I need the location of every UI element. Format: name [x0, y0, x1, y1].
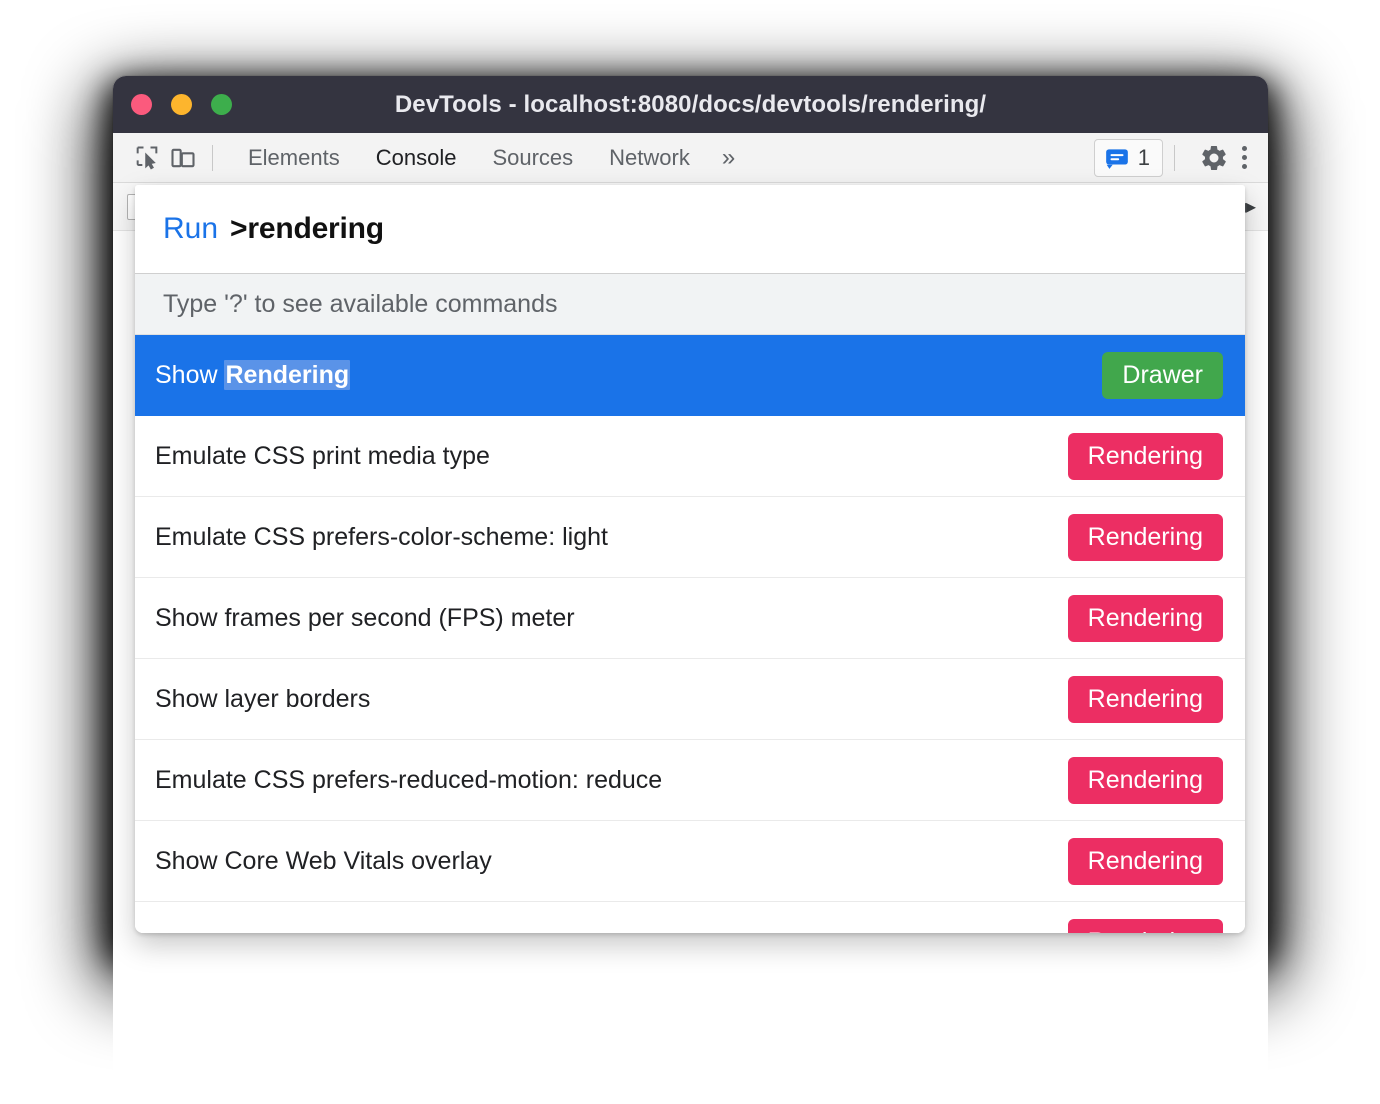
status-badge: Rendering — [1068, 838, 1223, 885]
close-button[interactable] — [131, 94, 152, 115]
window-title: DevTools - localhost:8080/docs/devtools/… — [113, 91, 1268, 119]
list-item[interactable]: Rendering — [135, 902, 1245, 933]
command-palette: Run >rendering Type '?' to see available… — [135, 185, 1245, 933]
tab-network[interactable]: Network — [591, 141, 708, 175]
screenshot-canvas: DevTools - localhost:8080/docs/devtools/… — [0, 0, 1380, 1098]
command-label: Show Rendering — [155, 361, 350, 390]
tab-console[interactable]: Console — [358, 141, 475, 175]
command-query-text: >rendering — [230, 212, 384, 246]
list-item[interactable]: Show frames per second (FPS) meter Rende… — [135, 578, 1245, 659]
toolbar-divider-right — [1174, 145, 1175, 171]
window-titlebar: DevTools - localhost:8080/docs/devtools/… — [113, 76, 1268, 133]
command-palette-hint: Type '?' to see available commands — [135, 274, 1245, 335]
kebab-menu-icon[interactable] — [1236, 146, 1256, 169]
hint-label: Type '?' to see available commands — [163, 290, 557, 319]
run-prefix-label: Run — [163, 212, 218, 246]
status-badge: Rendering — [1068, 433, 1223, 480]
command-label: Emulate CSS prefers-reduced-motion: redu… — [155, 766, 662, 795]
more-tabs-chevron-icon[interactable]: » — [708, 142, 749, 174]
command-label: Show frames per second (FPS) meter — [155, 604, 575, 633]
minimize-button[interactable] — [171, 94, 192, 115]
console-message-icon — [1104, 145, 1130, 171]
zoom-button[interactable] — [211, 94, 232, 115]
status-badge: Rendering — [1068, 595, 1223, 642]
command-palette-input-row[interactable]: Run >rendering — [135, 185, 1245, 274]
gear-icon[interactable] — [1196, 140, 1232, 176]
command-label: Emulate CSS prefers-color-scheme: light — [155, 523, 608, 552]
toolbar-divider — [212, 145, 213, 171]
list-item[interactable]: Show Rendering Drawer — [135, 335, 1245, 416]
status-badge: Drawer — [1102, 352, 1223, 399]
panel-tabs: Elements Console Sources Network » — [230, 141, 749, 175]
tab-elements[interactable]: Elements — [230, 141, 358, 175]
list-item[interactable]: Emulate CSS prefers-color-scheme: light … — [135, 497, 1245, 578]
status-badge: Rendering — [1068, 919, 1223, 933]
devtools-toolbar: Elements Console Sources Network » 1 — [113, 133, 1268, 183]
toolbar-right-actions: 1 — [1094, 139, 1256, 177]
device-toolbar-icon[interactable] — [165, 140, 201, 176]
tab-sources[interactable]: Sources — [474, 141, 591, 175]
command-label: Show Core Web Vitals overlay — [155, 847, 492, 876]
devtools-window: DevTools - localhost:8080/docs/devtools/… — [113, 76, 1268, 949]
status-badge: Rendering — [1068, 676, 1223, 723]
list-item[interactable]: Emulate CSS print media type Rendering — [135, 416, 1245, 497]
command-label-prefix: Show — [155, 361, 224, 389]
list-item[interactable]: Show Core Web Vitals overlay Rendering — [135, 821, 1245, 902]
status-badge: Rendering — [1068, 757, 1223, 804]
message-count-label: 1 — [1138, 145, 1150, 171]
status-badge: Rendering — [1068, 514, 1223, 561]
inspect-element-icon[interactable] — [129, 140, 165, 176]
command-label-match: Rendering — [224, 360, 350, 390]
command-label: Emulate CSS print media type — [155, 442, 490, 471]
console-message-count-button[interactable]: 1 — [1094, 139, 1163, 177]
list-item[interactable]: Show layer borders Rendering — [135, 659, 1245, 740]
window-controls — [131, 94, 232, 115]
command-results-list: Show Rendering Drawer Emulate CSS print … — [135, 335, 1245, 933]
command-label: Show layer borders — [155, 685, 370, 714]
list-item[interactable]: Emulate CSS prefers-reduced-motion: redu… — [135, 740, 1245, 821]
